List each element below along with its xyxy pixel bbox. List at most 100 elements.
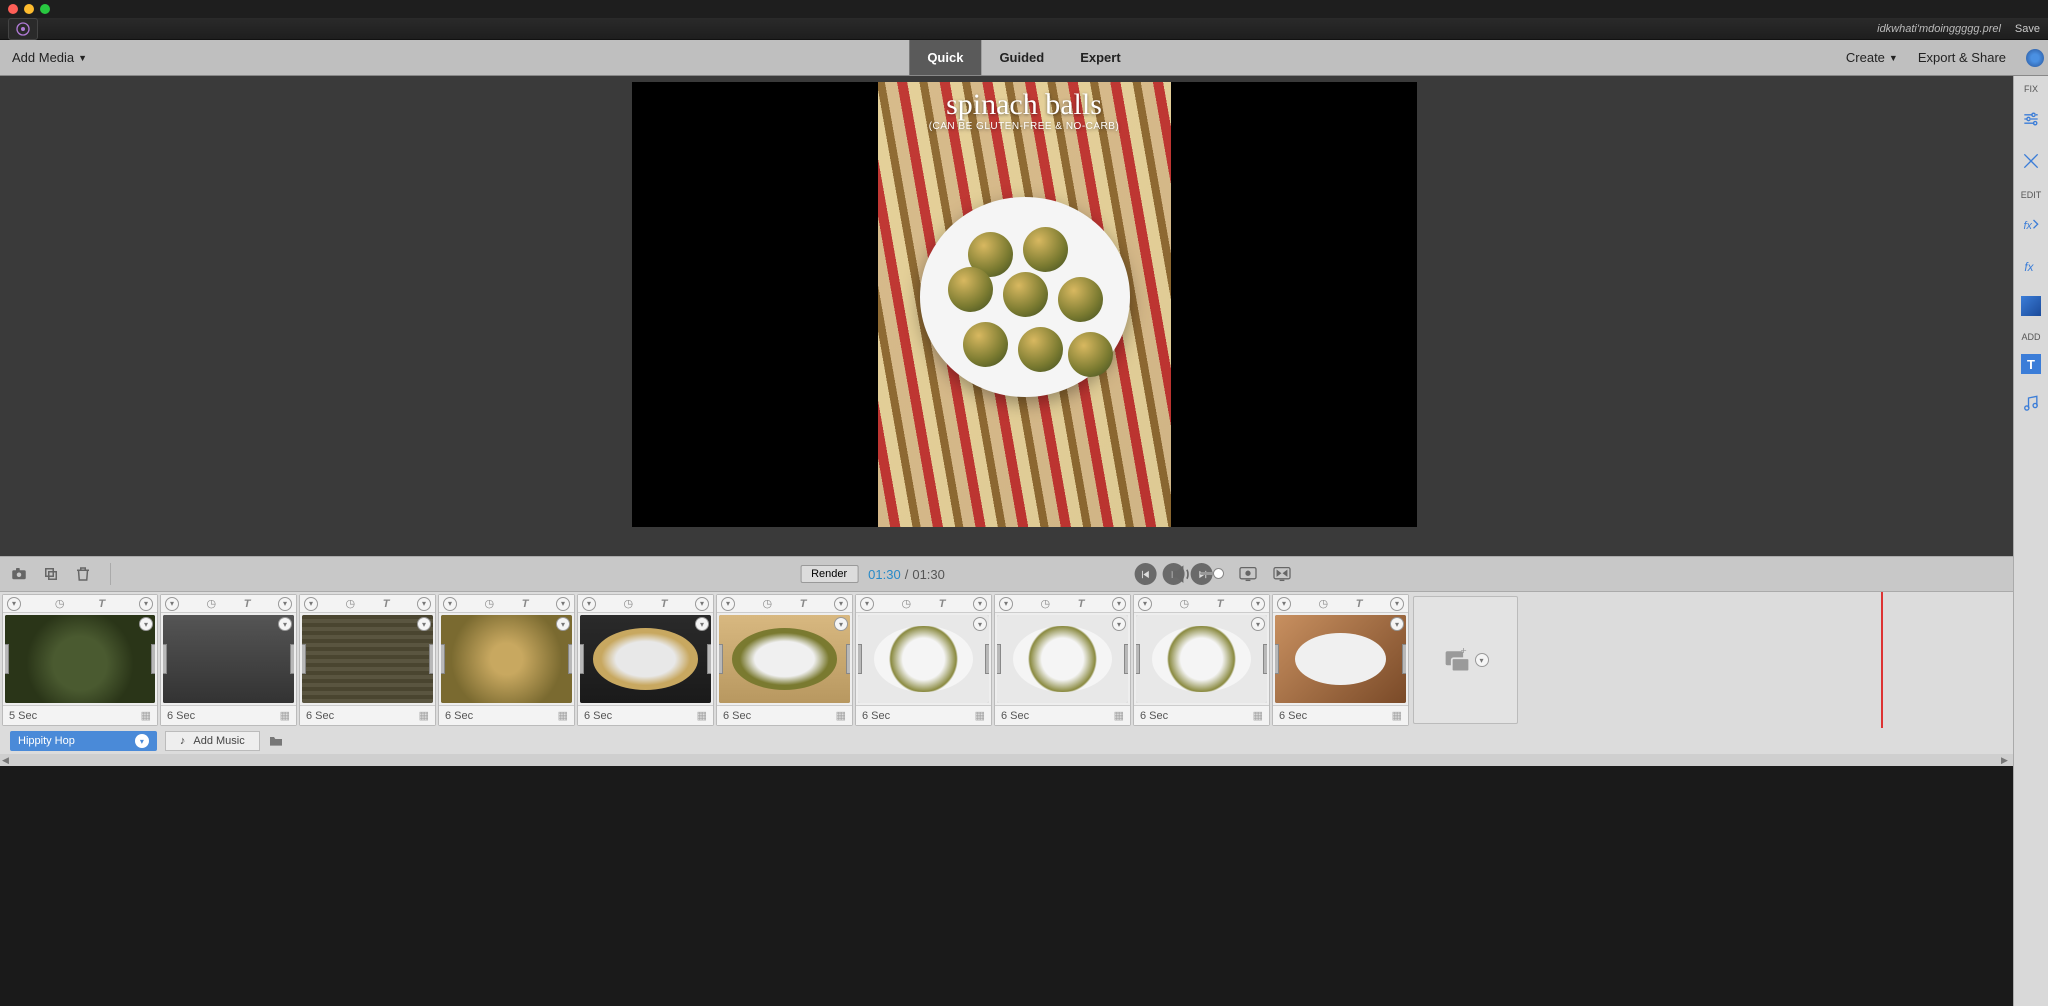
- fullscreen-icon[interactable]: [1272, 566, 1292, 582]
- clip-options-icon[interactable]: ▾: [556, 597, 570, 611]
- prev-frame-button[interactable]: [1135, 563, 1157, 585]
- add-title-icon[interactable]: T: [2021, 354, 2041, 374]
- add-media-menu[interactable]: Add Media ▼: [4, 44, 95, 71]
- thumb-options-icon[interactable]: ▾: [1390, 617, 1404, 631]
- clip-trim-right-handle[interactable]: [985, 644, 989, 674]
- color-grade-icon[interactable]: [2021, 296, 2041, 316]
- clip-trim-left-handle[interactable]: [719, 644, 723, 674]
- clip-options-icon[interactable]: ▾: [7, 597, 21, 611]
- fx-edit-icon[interactable]: fx: [2018, 212, 2044, 238]
- timeline-clip[interactable]: ▾◷T▾▾6 Sec▦: [1133, 594, 1270, 726]
- scroll-right-arrow[interactable]: ▶: [2001, 755, 2011, 765]
- horizontal-scrollbar[interactable]: ◀ ▶: [0, 754, 2013, 766]
- clip-options-icon[interactable]: ▾: [695, 597, 709, 611]
- add-music-button[interactable]: ♪ Add Music: [165, 731, 260, 751]
- clip-trim-left-handle[interactable]: [858, 644, 862, 674]
- export-share-button[interactable]: Export & Share: [1910, 44, 2014, 71]
- clip-options-icon[interactable]: ▾: [860, 597, 874, 611]
- safe-margins-icon[interactable]: [1238, 566, 1258, 582]
- settings-gear-icon[interactable]: [2026, 49, 2044, 67]
- timeline-clip[interactable]: ▾◷T▾▾5 Sec▦: [2, 594, 158, 726]
- thumb-options-icon[interactable]: ▾: [973, 617, 987, 631]
- text-style-icon[interactable]: T: [800, 598, 807, 610]
- playhead[interactable]: [1881, 592, 1883, 728]
- text-style-icon[interactable]: T: [1078, 598, 1085, 610]
- clip-trim-left-handle[interactable]: [302, 644, 306, 674]
- tab-quick[interactable]: Quick: [909, 40, 981, 75]
- text-style-icon[interactable]: T: [1217, 598, 1224, 610]
- timeline-clip[interactable]: ▾◷T▾▾6 Sec▦: [994, 594, 1131, 726]
- fx-icon[interactable]: fx: [2018, 254, 2044, 280]
- clip-trim-right-handle[interactable]: [568, 644, 572, 674]
- clip-options-icon[interactable]: ▾: [721, 597, 735, 611]
- thumb-options-icon[interactable]: ▾: [556, 617, 570, 631]
- window-close-button[interactable]: [8, 4, 18, 14]
- add-music-icon[interactable]: [2018, 390, 2044, 416]
- clip-thumbnail[interactable]: ▾: [5, 615, 155, 703]
- clip-thumbnail[interactable]: ▾: [1275, 615, 1406, 703]
- text-style-icon[interactable]: T: [383, 598, 390, 610]
- adjust-sliders-icon[interactable]: [2018, 106, 2044, 132]
- marker-icon[interactable]: [42, 565, 60, 583]
- clip-options-icon[interactable]: ▾: [165, 597, 179, 611]
- text-style-icon[interactable]: T: [522, 598, 529, 610]
- clip-trim-left-handle[interactable]: [441, 644, 445, 674]
- clip-trim-right-handle[interactable]: [1263, 644, 1267, 674]
- thumb-options-icon[interactable]: ▾: [139, 617, 153, 631]
- window-zoom-button[interactable]: [40, 4, 50, 14]
- save-button[interactable]: Save: [2015, 23, 2040, 35]
- volume-control[interactable]: [1168, 561, 1224, 587]
- clip-thumbnail[interactable]: ▾: [441, 615, 572, 703]
- clip-trim-right-handle[interactable]: [151, 644, 155, 674]
- thumb-options-icon[interactable]: ▾: [834, 617, 848, 631]
- clip-options-icon[interactable]: ▾: [973, 597, 987, 611]
- clip-options-icon[interactable]: ▾: [1251, 597, 1265, 611]
- clip-trim-left-handle[interactable]: [997, 644, 1001, 674]
- clip-options-icon[interactable]: ▾: [417, 597, 431, 611]
- text-style-icon[interactable]: T: [1356, 598, 1363, 610]
- clip-options-icon[interactable]: ▾: [139, 597, 153, 611]
- window-minimize-button[interactable]: [24, 4, 34, 14]
- clip-options-icon[interactable]: ▾: [582, 597, 596, 611]
- text-style-icon[interactable]: T: [244, 598, 251, 610]
- text-style-icon[interactable]: T: [939, 598, 946, 610]
- clip-trim-right-handle[interactable]: [1402, 644, 1406, 674]
- timeline-clip[interactable]: ▾◷T▾▾6 Sec▦: [299, 594, 436, 726]
- add-clip-dropzone[interactable]: +▾: [1413, 596, 1518, 724]
- timeline-clip[interactable]: ▾◷T▾▾6 Sec▦: [438, 594, 575, 726]
- clip-trim-left-handle[interactable]: [1136, 644, 1140, 674]
- render-button[interactable]: Render: [800, 565, 858, 583]
- thumb-options-icon[interactable]: ▾: [695, 617, 709, 631]
- clip-trim-left-handle[interactable]: [163, 644, 167, 674]
- clip-trim-left-handle[interactable]: [1275, 644, 1279, 674]
- timeline-clip[interactable]: ▾◷T▾▾6 Sec▦: [577, 594, 714, 726]
- clip-thumbnail[interactable]: ▾: [858, 615, 989, 703]
- clip-trim-left-handle[interactable]: [580, 644, 584, 674]
- preview-stage[interactable]: spinach balls (CAN BE GLUTEN-FREE & NO-C…: [632, 82, 1417, 527]
- tools-cross-icon[interactable]: [2018, 148, 2044, 174]
- folder-icon[interactable]: [268, 734, 284, 748]
- scroll-left-arrow[interactable]: ◀: [2, 755, 12, 765]
- text-style-icon[interactable]: T: [98, 598, 105, 610]
- thumb-options-icon[interactable]: ▾: [1251, 617, 1265, 631]
- tab-guided[interactable]: Guided: [981, 40, 1062, 75]
- tab-expert[interactable]: Expert: [1062, 40, 1138, 75]
- timeline-clip[interactable]: ▾◷T▾▾6 Sec▦: [716, 594, 853, 726]
- clip-thumbnail[interactable]: ▾: [1136, 615, 1267, 703]
- music-track-dropdown[interactable]: Hippity Hop ▾: [10, 731, 157, 751]
- clip-row[interactable]: ▾◷T▾▾5 Sec▦▾◷T▾▾6 Sec▦▾◷T▾▾6 Sec▦▾◷T▾▾6 …: [0, 592, 2013, 728]
- clip-options-icon[interactable]: ▾: [304, 597, 318, 611]
- clip-thumbnail[interactable]: ▾: [997, 615, 1128, 703]
- clip-options-icon[interactable]: ▾: [999, 597, 1013, 611]
- snapshot-icon[interactable]: [10, 565, 28, 583]
- clip-options-icon[interactable]: ▾: [1112, 597, 1126, 611]
- clip-thumbnail[interactable]: ▾: [719, 615, 850, 703]
- volume-slider[interactable]: [1200, 572, 1224, 575]
- clip-options-icon[interactable]: ▾: [1277, 597, 1291, 611]
- clip-options-icon[interactable]: ▾: [1390, 597, 1404, 611]
- clip-options-icon[interactable]: ▾: [1138, 597, 1152, 611]
- clip-trim-right-handle[interactable]: [290, 644, 294, 674]
- text-style-icon[interactable]: T: [661, 598, 668, 610]
- trash-icon[interactable]: [74, 565, 92, 583]
- thumb-options-icon[interactable]: ▾: [278, 617, 292, 631]
